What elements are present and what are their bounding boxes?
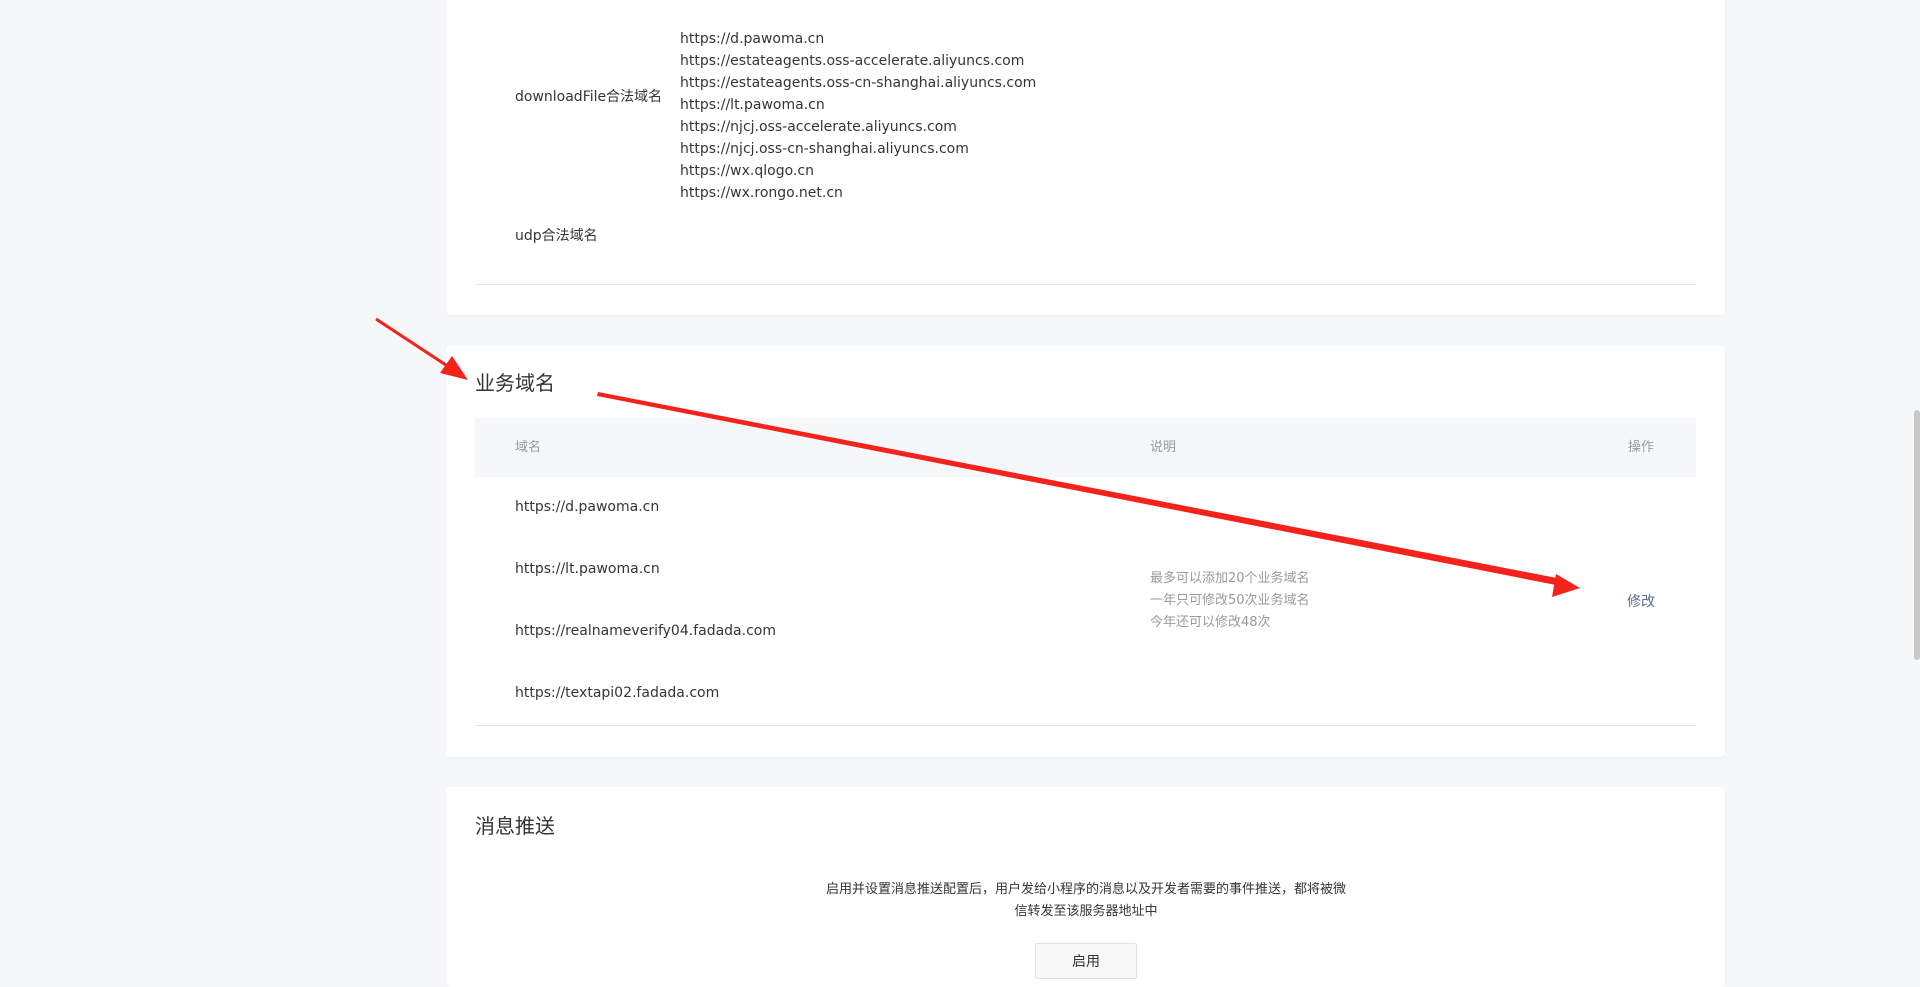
business-domain-note: 最多可以添加20个业务域名 一年只可修改50次业务域名 今年还可以修改48次 [1150, 568, 1310, 634]
server-domain-card: downloadFile合法域名 https://d.pawoma.cn htt… [446, 0, 1725, 315]
domain-item: https://estateagents.oss-cn-shanghai.ali… [680, 75, 1037, 91]
table-row-domain: https://realnameverify04.fadada.com [515, 623, 776, 639]
business-domain-card: 业务域名 域名 说明 操作 https://d.pawoma.cn https:… [446, 346, 1725, 757]
table-row-domain: https://textapi02.fadada.com [515, 685, 720, 701]
domain-item: https://estateagents.oss-accelerate.aliy… [680, 53, 1025, 69]
note-line: 最多可以添加20个业务域名 [1150, 571, 1310, 586]
table-row-domain: https://lt.pawoma.cn [515, 561, 660, 577]
table-row-domain: https://d.pawoma.cn [515, 499, 660, 515]
divider [475, 284, 1696, 285]
message-push-description: 启用并设置消息推送配置后，用户发给小程序的消息以及开发者需要的事件推送，都将被微… [826, 882, 1347, 919]
divider [475, 725, 1696, 726]
downloadfile-domain-list: https://d.pawoma.cn https://estateagents… [680, 28, 1036, 204]
scrollbar-thumb[interactable] [1914, 410, 1920, 660]
domain-item: https://njcj.oss-accelerate.aliyuncs.com [680, 119, 957, 135]
column-header-note: 说明 [1150, 440, 1177, 455]
business-domain-title: 业务域名 [475, 371, 555, 395]
domain-item: https://d.pawoma.cn [680, 31, 825, 47]
column-header-action: 操作 [1628, 440, 1655, 455]
message-push-card: 消息推送 启用并设置消息推送配置后，用户发给小程序的消息以及开发者需要的事件推送… [446, 787, 1725, 987]
domain-item: https://wx.rongo.net.cn [680, 185, 843, 201]
note-line: 今年还可以修改48次 [1150, 615, 1271, 630]
enable-button[interactable]: 启用 [1035, 943, 1137, 979]
domain-item: https://lt.pawoma.cn [680, 97, 825, 113]
domain-item: https://njcj.oss-cn-shanghai.aliyuncs.co… [680, 141, 969, 157]
page-scrollbar[interactable] [1912, 0, 1920, 969]
table-header: 域名 说明 操作 [475, 418, 1696, 477]
domain-item: https://wx.qlogo.cn [680, 163, 814, 179]
downloadfile-label: downloadFile合法域名 [515, 89, 663, 105]
udp-label: udp合法域名 [515, 228, 598, 244]
note-line: 一年只可修改50次业务域名 [1150, 593, 1310, 608]
modify-link[interactable]: 修改 [1627, 591, 1655, 611]
column-header-domain: 域名 [515, 440, 542, 455]
message-push-title: 消息推送 [475, 814, 555, 838]
